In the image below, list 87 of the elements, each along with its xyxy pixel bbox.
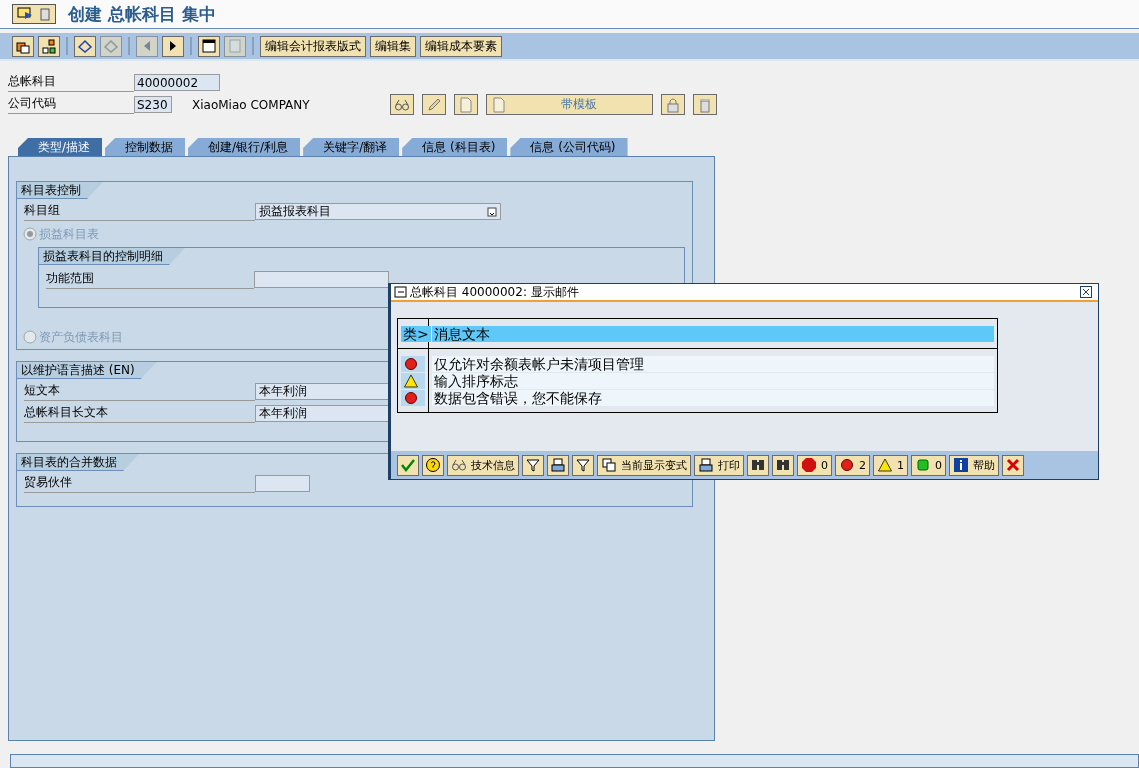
input-field[interactable]: S230 (134, 96, 172, 113)
warning-icon (877, 457, 893, 473)
input-field[interactable] (255, 475, 310, 492)
input-field[interactable] (254, 271, 389, 288)
action-button[interactable] (389, 94, 414, 115)
dialog-button[interactable]: 当前显示变式 (597, 454, 691, 476)
lock-icon (664, 96, 681, 113)
error-icon (403, 356, 419, 372)
dialog-button[interactable]: 0 (797, 454, 832, 476)
group-title: 以维护语言描述 (EN) (17, 362, 157, 379)
stop-sign-icon (801, 457, 817, 473)
field-label: 功能范围 (46, 270, 254, 289)
info-icon (953, 457, 969, 473)
list-icon (487, 206, 497, 217)
group-title: 科目表控制 (17, 182, 103, 199)
action-button[interactable] (453, 94, 478, 115)
toolbar-button[interactable] (74, 35, 96, 57)
question-icon (425, 457, 441, 473)
success-icon (915, 457, 931, 473)
tab[interactable]: 关键字/翻译 (303, 138, 400, 156)
checkmark-icon (400, 457, 416, 473)
close-icon[interactable] (1080, 286, 1092, 298)
dialog-button[interactable]: 帮助 (949, 454, 999, 476)
field-label: 科目组 (24, 202, 255, 221)
action-button[interactable] (660, 94, 685, 115)
page-icon (457, 96, 474, 113)
toolbar-button[interactable] (198, 35, 220, 57)
tab[interactable]: 创建/银行/利息 (188, 138, 301, 156)
close-icon (1005, 457, 1021, 473)
dialog-button[interactable] (747, 454, 769, 476)
dialog-button[interactable] (422, 454, 444, 476)
glasses-icon (451, 457, 467, 473)
page-icon (490, 96, 507, 113)
binoculars-icon (775, 457, 791, 473)
dialog-button[interactable] (772, 454, 794, 476)
menu-button[interactable] (12, 4, 56, 24)
tab[interactable]: 控制数据 (105, 138, 186, 156)
dialog-button[interactable]: 2 (835, 454, 870, 476)
field-label: 短文本 (24, 382, 255, 401)
toolbar-button[interactable] (162, 35, 184, 57)
message-text: 仅允许对余额表帐户未清项目管理 (434, 356, 644, 372)
field-label: 总帐科目长文本 (24, 404, 255, 423)
toolbar-button[interactable] (38, 35, 60, 57)
pencil-icon (425, 96, 442, 113)
error-icon (403, 390, 419, 406)
dialog-button[interactable] (522, 454, 544, 476)
template-button[interactable]: 带模板 (485, 94, 653, 115)
toolbar-button[interactable]: 编辑集 (370, 35, 416, 57)
toolbar-button[interactable]: 编辑会计报表版式 (260, 35, 366, 57)
company-name: XiaoMiao COMPANY (192, 97, 310, 112)
printer-icon (698, 457, 714, 473)
column-header: 类> (401, 325, 431, 342)
filter-icon (525, 457, 541, 473)
radio-label: 损益科目表 (39, 225, 99, 243)
dialog-button[interactable] (547, 454, 569, 476)
dialog-button[interactable]: 1 (873, 454, 908, 476)
dialog-button[interactable]: 0 (911, 454, 946, 476)
group-title: 科目表的合并数据 (17, 454, 139, 471)
tab[interactable]: 信息 (科目表) (402, 138, 508, 156)
document-icon (201, 38, 217, 54)
tab[interactable]: 类型/描述 (18, 138, 103, 156)
dialog-button[interactable]: 技术信息 (447, 454, 519, 476)
dialog-title: 总帐科目 40000002: 显示邮件 (410, 283, 580, 301)
action-button[interactable] (692, 94, 717, 115)
toolbar-button[interactable]: 编辑成本要素 (420, 35, 502, 57)
note-icon (227, 38, 243, 54)
warning-icon (403, 373, 419, 389)
column-header: 消息文本 (432, 325, 994, 342)
dialog-button[interactable] (572, 454, 594, 476)
filter-icon (575, 457, 591, 473)
error-icon (839, 457, 855, 473)
toolbar-button[interactable] (12, 35, 34, 57)
radio-label: 资产负债表科目 (39, 328, 123, 346)
hierarchy-icon (41, 38, 57, 54)
dropdown-field[interactable]: 损益报表科目 (255, 203, 501, 220)
clipboard-icon (39, 7, 51, 21)
tab[interactable]: 信息 (公司代码) (510, 138, 628, 156)
screen-icon (17, 7, 33, 21)
layout-icon (601, 457, 617, 473)
group-title: 损益表科目的控制明细 (39, 248, 185, 265)
field-label: 贸易伙伴 (24, 474, 255, 493)
action-button[interactable] (421, 94, 446, 115)
window-title: 创建 总帐科目 集中 (68, 2, 216, 26)
binoculars-icon (750, 457, 766, 473)
printer-icon (550, 457, 566, 473)
dialog-button[interactable]: 打印 (694, 454, 744, 476)
input-field[interactable]: 40000002 (134, 74, 220, 91)
